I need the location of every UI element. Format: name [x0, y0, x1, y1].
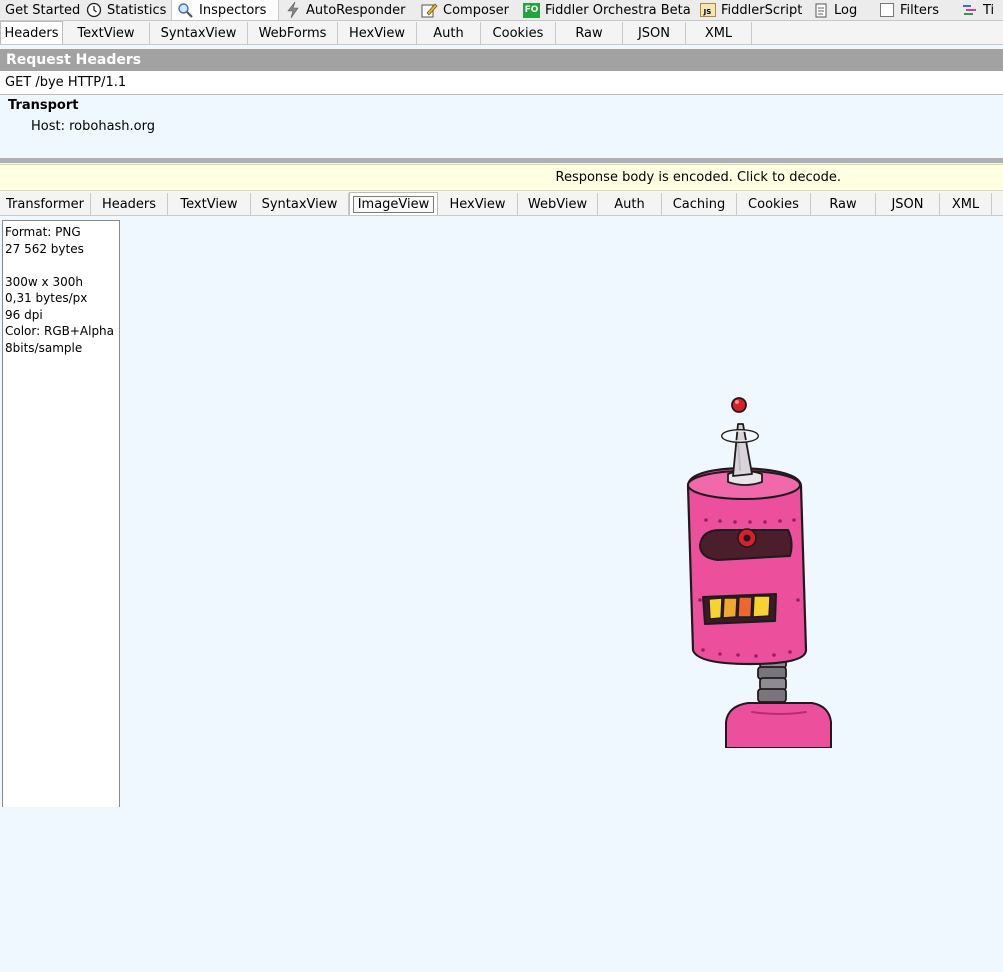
resp-tab-raw[interactable]: Raw [811, 193, 876, 215]
header-group-transport[interactable]: Transport [8, 98, 78, 113]
tab-autoresponder[interactable]: AutoResponder [279, 0, 416, 20]
tab-label: Filters [900, 2, 939, 18]
decode-notice-bar[interactable]: Response body is encoded. Click to decod… [0, 164, 1003, 191]
req-tab-cookies[interactable]: Cookies [481, 22, 556, 44]
js-badge: JS [699, 3, 716, 17]
request-tabs: Headers TextView SyntaxView WebForms Hex… [0, 21, 1003, 45]
resp-tab-imageview-label: ImageView [352, 195, 435, 213]
pane-splitter[interactable] [0, 158, 1003, 163]
request-line[interactable]: GET /bye HTTP/1.1 [0, 71, 1003, 95]
script-icon: JS [699, 2, 716, 18]
resp-tab-hexview[interactable]: HexView [438, 193, 518, 215]
req-tab-syntaxview[interactable]: SyntaxView [150, 22, 248, 44]
inspector-top-tabs: Get Started Statistics Inspectors AutoRe… [0, 0, 1003, 21]
tab-label: Get Started [5, 2, 81, 18]
response-tabs: Transformer Headers TextView SyntaxView … [0, 192, 1003, 216]
resp-tab-json[interactable]: JSON [876, 193, 940, 215]
req-tab-webforms[interactable]: WebForms [248, 22, 338, 44]
decode-notice-text: Response body is encoded. Click to decod… [555, 170, 842, 185]
info-color: Color: RGB+Alpha [5, 324, 115, 338]
magnifier-icon [177, 2, 194, 18]
checkbox-icon [878, 2, 895, 18]
req-tab-json[interactable]: JSON [623, 22, 686, 44]
tab-label: Composer [443, 2, 510, 18]
req-tab-xml[interactable]: XML [686, 22, 752, 44]
info-format: Format: PNG [5, 225, 81, 239]
tab-composer[interactable]: Composer [416, 0, 518, 20]
tab-label: Log [834, 2, 858, 18]
info-dpi: 96 dpi [5, 307, 43, 322]
resp-tab-textview[interactable]: TextView [168, 193, 251, 215]
tab-get-started[interactable]: Get Started [0, 0, 80, 20]
req-tab-headers[interactable]: Headers [0, 21, 63, 44]
resp-tab-webview[interactable]: WebView [518, 193, 598, 215]
req-tab-raw[interactable]: Raw [556, 22, 623, 44]
resp-tab-imageview[interactable]: ImageView [349, 192, 438, 215]
fo-icon: FO [523, 2, 540, 18]
tab-inspectors[interactable]: Inspectors [171, 0, 279, 20]
resp-tab-syntaxview[interactable]: SyntaxView [251, 193, 349, 215]
resp-tab-cookies[interactable]: Cookies [737, 193, 811, 215]
request-headers-tree: Transport Host: robohash.org [0, 95, 1003, 158]
fo-badge: FO [523, 2, 540, 18]
clock-icon [85, 2, 102, 18]
resp-tab-xml[interactable]: XML [940, 193, 992, 215]
tab-timeline[interactable]: Ti [956, 0, 1003, 20]
info-size: 27 562 bytes [5, 241, 84, 256]
tab-statistics[interactable]: Statistics [80, 0, 171, 20]
header-host[interactable]: Host: robohash.org [31, 119, 155, 134]
req-tab-hexview[interactable]: HexView [338, 22, 417, 44]
tab-label: Ti [983, 2, 995, 18]
info-bytes-per-px: 0,31 bytes/px [5, 291, 88, 305]
robot-illustration [686, 397, 832, 748]
req-tab-textview[interactable]: TextView [63, 22, 150, 44]
req-tab-auth[interactable]: Auth [417, 22, 481, 44]
image-preview-area[interactable] [121, 220, 1003, 807]
resp-tab-headers[interactable]: Headers [91, 193, 168, 215]
log-icon [812, 2, 829, 18]
info-dimensions: 300w x 300h [5, 274, 83, 289]
tab-fiddler-orchestra[interactable]: FO Fiddler Orchestra Beta [518, 0, 694, 20]
tab-label: Fiddler Orchestra Beta [545, 2, 691, 18]
resp-tab-caching[interactable]: Caching [662, 193, 737, 215]
image-info-panel[interactable]: Format: PNG 27 562 bytes 300w x 300h 0,31 … [2, 220, 120, 807]
compose-icon [421, 2, 438, 18]
tab-filters[interactable]: Filters [873, 0, 956, 20]
tab-label: Inspectors [199, 2, 267, 18]
timeline-icon [961, 2, 978, 18]
tab-label: FiddlerScript [721, 2, 803, 18]
tab-fiddlerscript[interactable]: JS FiddlerScript [694, 0, 807, 20]
lightning-icon [284, 2, 301, 18]
tab-label: Statistics [107, 2, 167, 18]
resp-tab-auth[interactable]: Auth [598, 193, 662, 215]
resp-tab-transformer[interactable]: Transformer [0, 193, 91, 215]
tab-label: AutoResponder [306, 2, 406, 18]
tab-log[interactable]: Log [807, 0, 873, 20]
info-bits: 8bits/sample [5, 340, 83, 355]
request-headers-title: Request Headers [0, 49, 1003, 71]
